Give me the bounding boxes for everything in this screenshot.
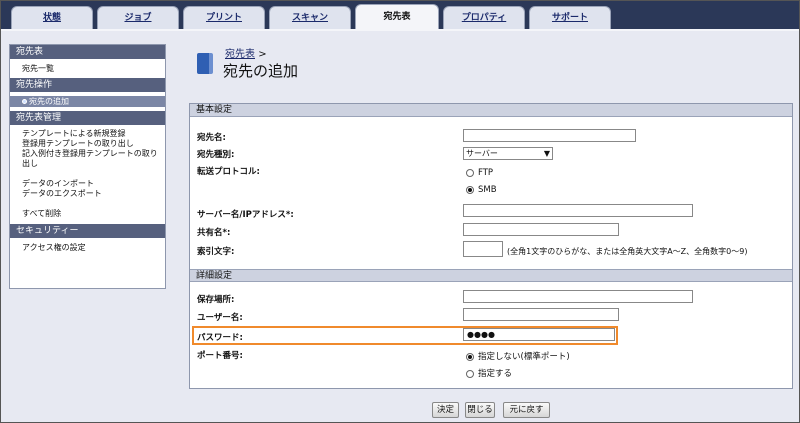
username-input[interactable] xyxy=(463,308,619,321)
radio-port-default[interactable]: 指定しない(標準ポート) xyxy=(466,350,570,362)
index-char-note: (全角1文字のひらがな、または全角英大文字A～Z、全角数字0～9) xyxy=(507,247,748,256)
radio-ftp[interactable]: FTP xyxy=(466,168,493,178)
sidebar-header-operations: 宛先操作 xyxy=(10,78,165,92)
sidebar-header-address-book: 宛先表 xyxy=(10,45,165,59)
label-address-type: 宛先種別: xyxy=(197,150,235,160)
radio-label: FTP xyxy=(478,168,494,178)
sidebar-item-template-register[interactable]: テンプレートによる新規登録 xyxy=(10,129,165,139)
page-title: 宛先の追加 xyxy=(223,62,299,80)
label-index-char: 索引文字: xyxy=(197,247,235,257)
address-book-icon xyxy=(197,53,213,74)
sidebar-item-add-address[interactable]: 宛先の追加 xyxy=(10,96,165,107)
sidebar-header-security: セキュリティー xyxy=(10,224,165,238)
section-detail-settings: 詳細設定 xyxy=(190,269,792,282)
sidebar-item-address-list[interactable]: 宛先一覧 xyxy=(10,59,165,78)
index-char-input[interactable] xyxy=(463,241,503,257)
radio-label: SMB xyxy=(478,185,497,195)
radio-selected-icon xyxy=(466,185,474,194)
tab-address-book[interactable]: 宛先表 xyxy=(355,4,439,30)
server-input[interactable] xyxy=(463,204,693,217)
window: 状態 ジョブ プリント スキャン 宛先表 プロパティ サポート 宛先表 宛先一覧… xyxy=(0,0,800,423)
label-save-location: 保存場所: xyxy=(197,295,235,305)
radio-icon xyxy=(466,369,474,378)
label-address-name: 宛先名: xyxy=(197,133,226,143)
sidebar: 宛先表 宛先一覧 宛先操作 宛先の追加 宛先表管理 テンプレートによる新規登録 … xyxy=(9,44,166,289)
sidebar-item-template-export[interactable]: 登録用テンプレートの取り出し xyxy=(10,139,165,149)
chevron-down-icon: ▼ xyxy=(543,149,550,158)
undo-button[interactable]: 元に戻す xyxy=(503,402,550,418)
share-name-input[interactable] xyxy=(463,223,619,236)
tab-print[interactable]: プリント xyxy=(183,6,265,30)
label-server: サーバー名/IPアドレス*: xyxy=(197,210,294,220)
sidebar-item-import[interactable]: データのインポート xyxy=(10,179,165,189)
label-port: ポート番号: xyxy=(197,351,243,361)
tab-properties[interactable]: プロパティ xyxy=(443,6,525,30)
tab-scan[interactable]: スキャン xyxy=(269,6,351,30)
tab-support[interactable]: サポート xyxy=(529,6,611,30)
address-name-input[interactable] xyxy=(463,129,636,142)
label-share-name: 共有名*: xyxy=(197,228,231,238)
radio-label: 指定する xyxy=(478,369,513,379)
address-type-value: サーバー xyxy=(466,149,498,158)
form-panel: 基本設定 宛先名: 宛先種別: サーバー ▼ 転送プロトコル: FTP SMB サ… xyxy=(189,103,793,389)
ok-button[interactable]: 決定 xyxy=(432,402,459,418)
bullet-icon xyxy=(22,99,27,104)
sidebar-item-delete-all[interactable]: すべて削除 xyxy=(10,209,165,224)
sidebar-item-label: 宛先の追加 xyxy=(29,97,69,106)
tab-jobs[interactable]: ジョブ xyxy=(97,6,179,30)
radio-label: 指定しない(標準ポート) xyxy=(478,352,570,362)
radio-icon xyxy=(466,168,474,177)
radio-selected-icon xyxy=(466,352,474,361)
radio-smb[interactable]: SMB xyxy=(466,185,497,195)
save-location-input[interactable] xyxy=(463,290,693,303)
password-input[interactable]: ●●●● xyxy=(463,328,615,341)
sidebar-item-access-rights[interactable]: アクセス権の設定 xyxy=(10,238,165,253)
label-protocol: 転送プロトコル: xyxy=(197,167,260,177)
breadcrumb-separator: > xyxy=(258,49,267,60)
label-password: パスワード: xyxy=(197,333,243,343)
tab-bar: 状態 ジョブ プリント スキャン 宛先表 プロパティ サポート xyxy=(1,1,799,31)
breadcrumb-link[interactable]: 宛先表 xyxy=(225,49,255,60)
address-type-select[interactable]: サーバー ▼ xyxy=(463,147,553,160)
sidebar-item-export[interactable]: データのエクスポート xyxy=(10,189,165,199)
sidebar-item-sample-template-export[interactable]: 記入例付き登録用テンプレートの取り出し xyxy=(10,149,165,169)
tab-status[interactable]: 状態 xyxy=(11,6,93,30)
section-basic-settings: 基本設定 xyxy=(190,104,792,117)
tab-underline xyxy=(1,29,799,31)
label-username: ユーザー名: xyxy=(197,313,243,323)
radio-port-specify[interactable]: 指定する xyxy=(466,367,512,379)
breadcrumb: 宛先表 > xyxy=(225,45,267,60)
close-button[interactable]: 閉じる xyxy=(465,402,495,418)
sidebar-header-management: 宛先表管理 xyxy=(10,111,165,125)
